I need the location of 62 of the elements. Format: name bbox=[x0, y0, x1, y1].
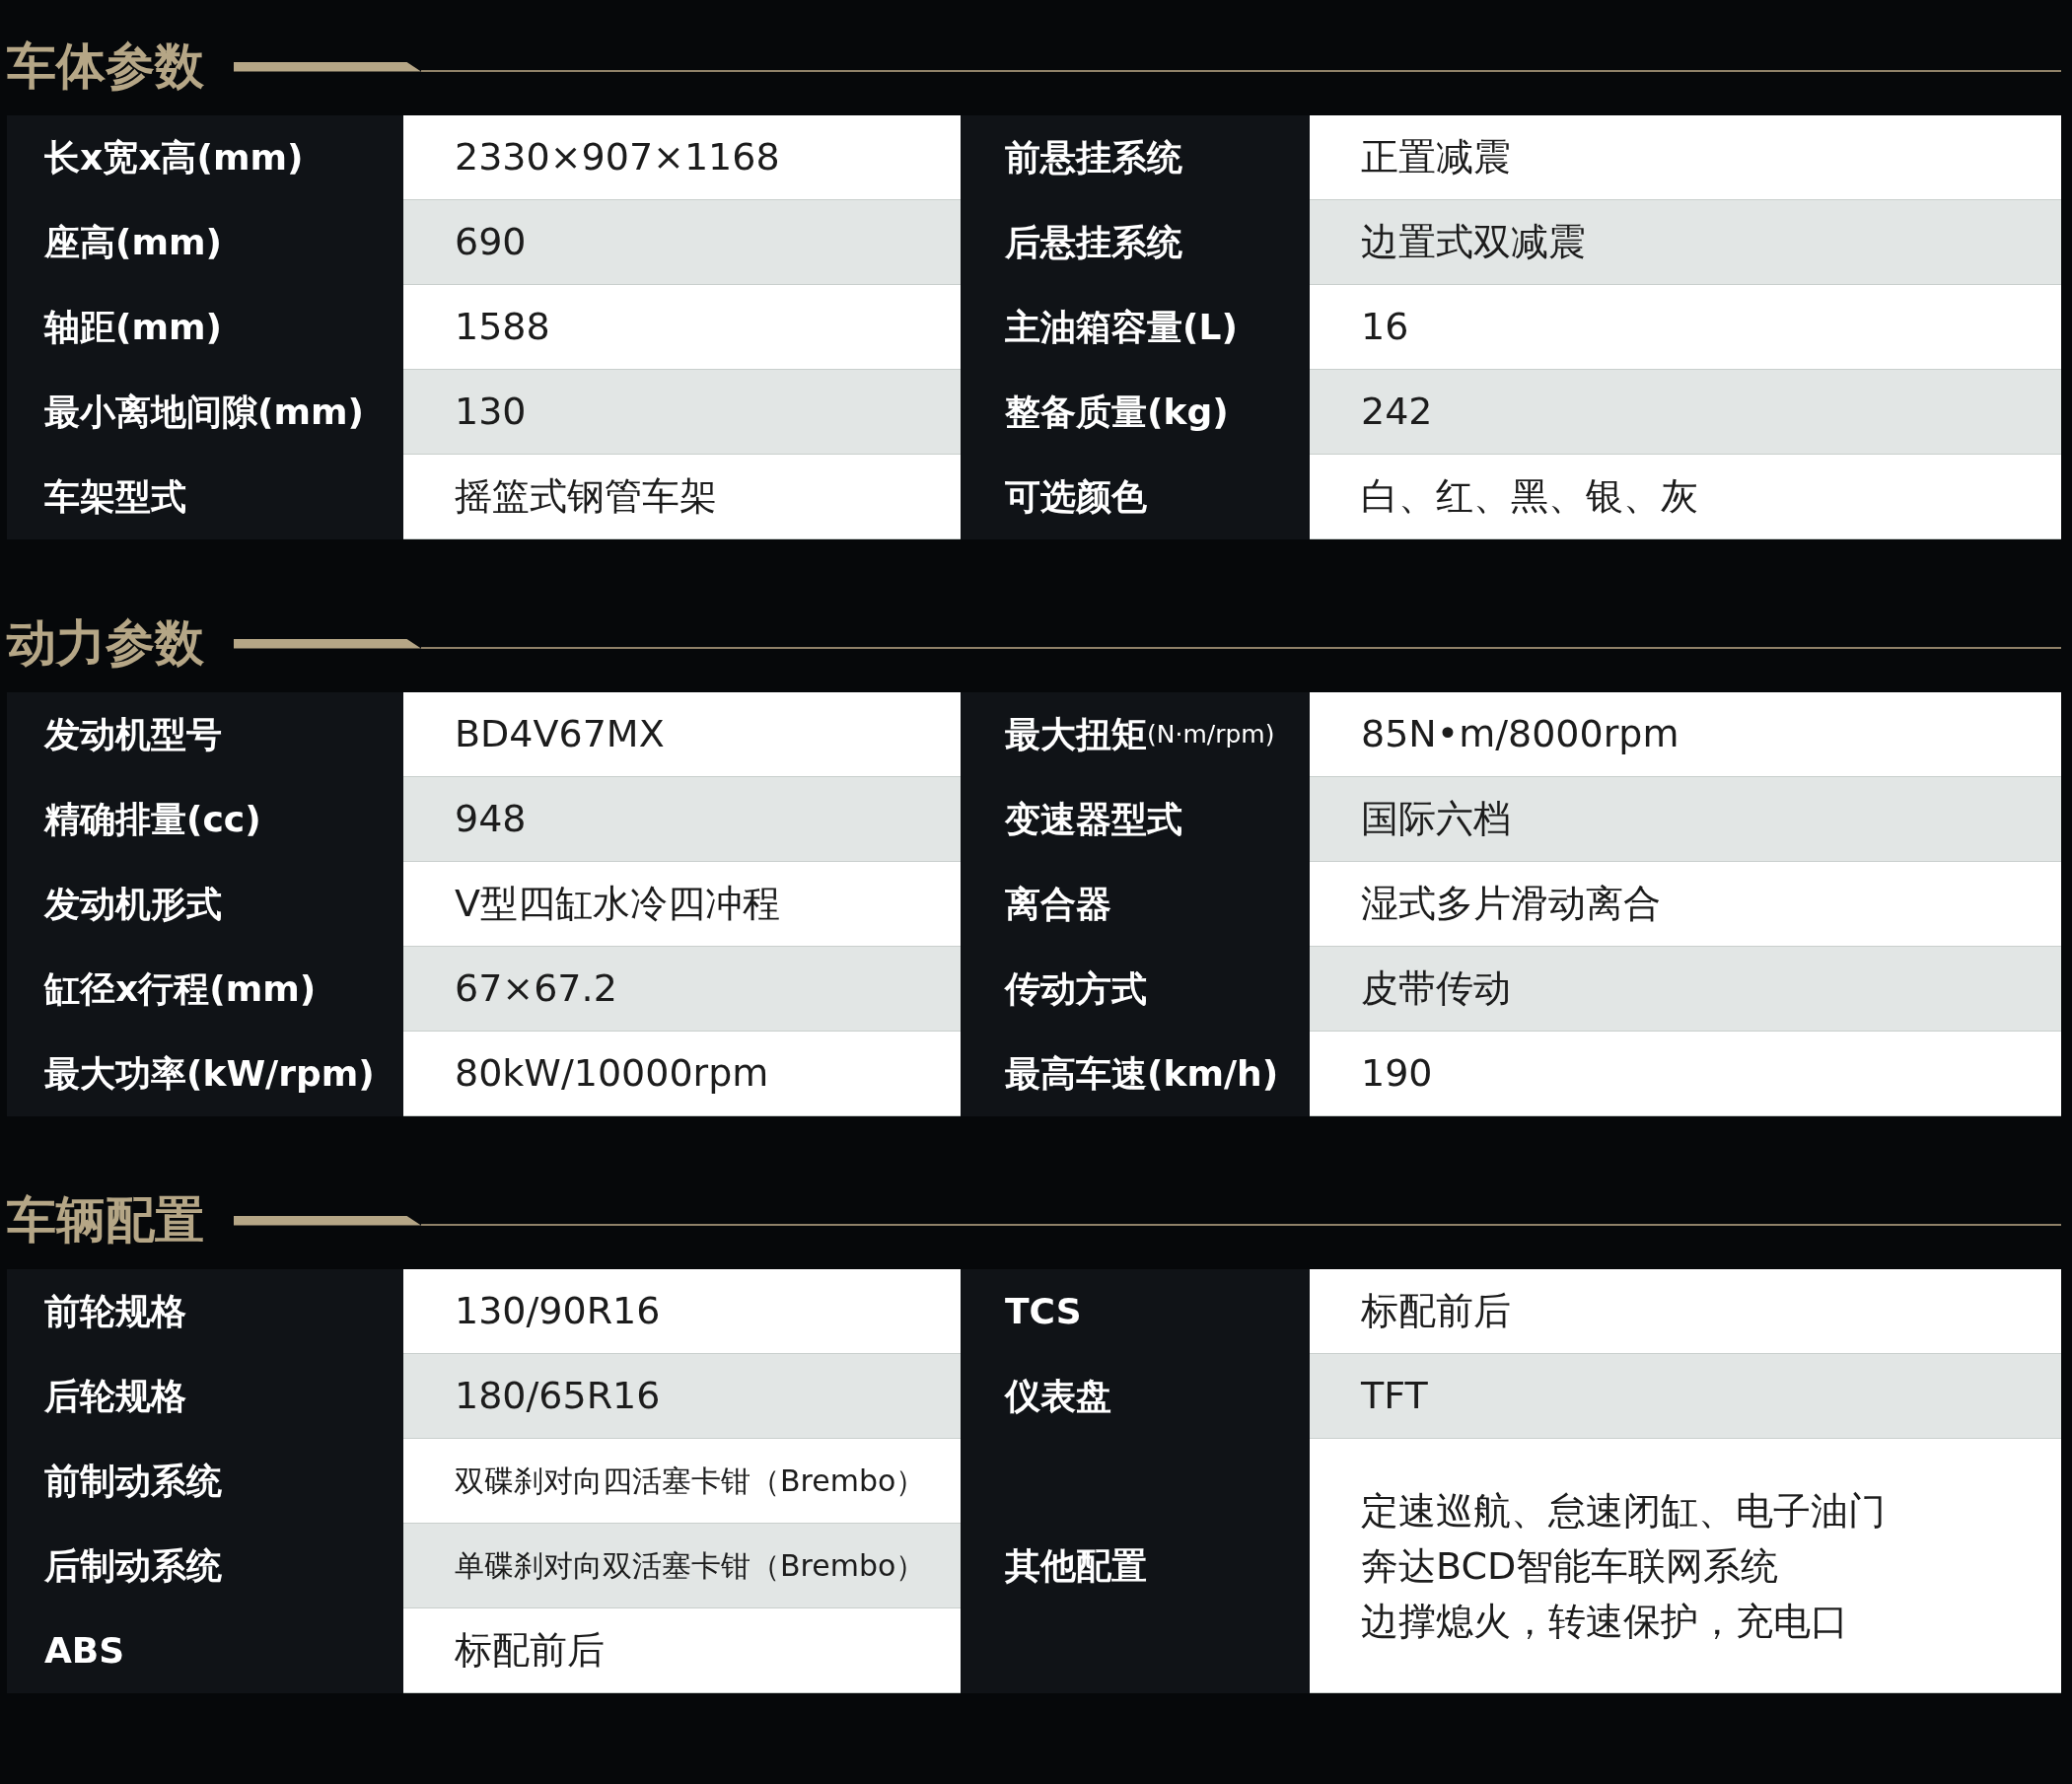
spec-label: 离合器 bbox=[961, 862, 1310, 947]
spec-label: 后悬挂系统 bbox=[961, 200, 1310, 285]
spec-label: 其他配置 bbox=[961, 1439, 1310, 1693]
spec-value: 双碟刹对向四活塞卡钳（Brembo） bbox=[403, 1439, 961, 1524]
spec-value: 130/90R16 bbox=[403, 1269, 961, 1354]
spec-value: 16 bbox=[1310, 285, 2061, 370]
spec-value: 湿式多片滑动离合 bbox=[1310, 862, 2061, 947]
spec-label: 座高(mm) bbox=[7, 200, 403, 285]
spec-label: 变速器型式 bbox=[961, 777, 1310, 862]
spec-label: 精确排量(cc) bbox=[7, 777, 403, 862]
spec-label: 仪表盘 bbox=[961, 1354, 1310, 1439]
spec-value: 80kW/10000rpm bbox=[403, 1032, 961, 1116]
spec-label: 轴距(mm) bbox=[7, 285, 403, 370]
spec-value: 摇篮式钢管车架 bbox=[403, 455, 961, 539]
spec-label: 车架型式 bbox=[7, 455, 403, 539]
spec-label: 后制动系统 bbox=[7, 1524, 403, 1608]
spec-value: 948 bbox=[403, 777, 961, 862]
spec-label: ABS bbox=[7, 1608, 403, 1693]
spec-value: 67×67.2 bbox=[403, 947, 961, 1032]
spec-label: 最大扭矩 bbox=[1005, 713, 1147, 756]
spec-label: 最小离地间隙(mm) bbox=[7, 370, 403, 455]
spec-value: V型四缸水冷四冲程 bbox=[403, 862, 961, 947]
spec-value: 130 bbox=[403, 370, 961, 455]
spec-value: 180/65R16 bbox=[403, 1354, 961, 1439]
spec-value: 白、红、黑、银、灰 bbox=[1310, 455, 2061, 539]
spec-value: 190 bbox=[1310, 1032, 2061, 1116]
section-title: 车辆配置 bbox=[7, 1190, 204, 1250]
spec-label: 最大功率(kW/rpm) bbox=[7, 1032, 403, 1116]
spec-value: 2330×907×1168 bbox=[403, 115, 961, 200]
spec-value: 单碟刹对向双活塞卡钳（Brembo） bbox=[403, 1524, 961, 1608]
spec-value: 690 bbox=[403, 200, 961, 285]
spec-value: 85N•m/8000rpm bbox=[1310, 692, 2061, 777]
spec-label: 发动机形式 bbox=[7, 862, 403, 947]
spec-value: 边置式双减震 bbox=[1310, 200, 2061, 285]
spec-label: 前轮规格 bbox=[7, 1269, 403, 1354]
spec-label: 发动机型号 bbox=[7, 692, 403, 777]
spec-value: 标配前后 bbox=[403, 1608, 961, 1693]
spec-label: TCS bbox=[961, 1269, 1310, 1354]
spec-value: BD4V67MX bbox=[403, 692, 961, 777]
spec-label: 主油箱容量(L) bbox=[961, 285, 1310, 370]
spec-label: 可选颜色 bbox=[961, 455, 1310, 539]
spec-label: 缸径x行程(mm) bbox=[7, 947, 403, 1032]
spec-value: 正置减震 bbox=[1310, 115, 2061, 200]
spec-value: 242 bbox=[1310, 370, 2061, 455]
spec-value: TFT bbox=[1310, 1354, 2061, 1439]
spec-label: 后轮规格 bbox=[7, 1354, 403, 1439]
section-title: 车体参数 bbox=[7, 36, 204, 97]
spec-label: 前制动系统 bbox=[7, 1439, 403, 1524]
spec-label: 整备质量(kg) bbox=[961, 370, 1310, 455]
spec-value: 1588 bbox=[403, 285, 961, 370]
spec-value: 标配前后 bbox=[1310, 1269, 2061, 1354]
spec-value: 奔达BCD智能车联网系统 bbox=[1361, 1542, 1779, 1590]
spec-label: 传动方式 bbox=[961, 947, 1310, 1032]
spec-value: 定速巡航、怠速闭缸、电子油门 bbox=[1361, 1487, 1886, 1534]
spec-value: 皮带传动 bbox=[1310, 947, 2061, 1032]
spec-value: 边撑熄火，转速保护，充电口 bbox=[1361, 1598, 1848, 1645]
spec-label: 长x宽x高(mm) bbox=[7, 115, 403, 200]
unit-label: (N·m/rpm) bbox=[1147, 719, 1275, 751]
spec-label: 最高车速(km/h) bbox=[961, 1032, 1310, 1116]
spec-value: 国际六档 bbox=[1310, 777, 2061, 862]
section-title: 动力参数 bbox=[7, 613, 204, 674]
spec-label: 前悬挂系统 bbox=[961, 115, 1310, 200]
